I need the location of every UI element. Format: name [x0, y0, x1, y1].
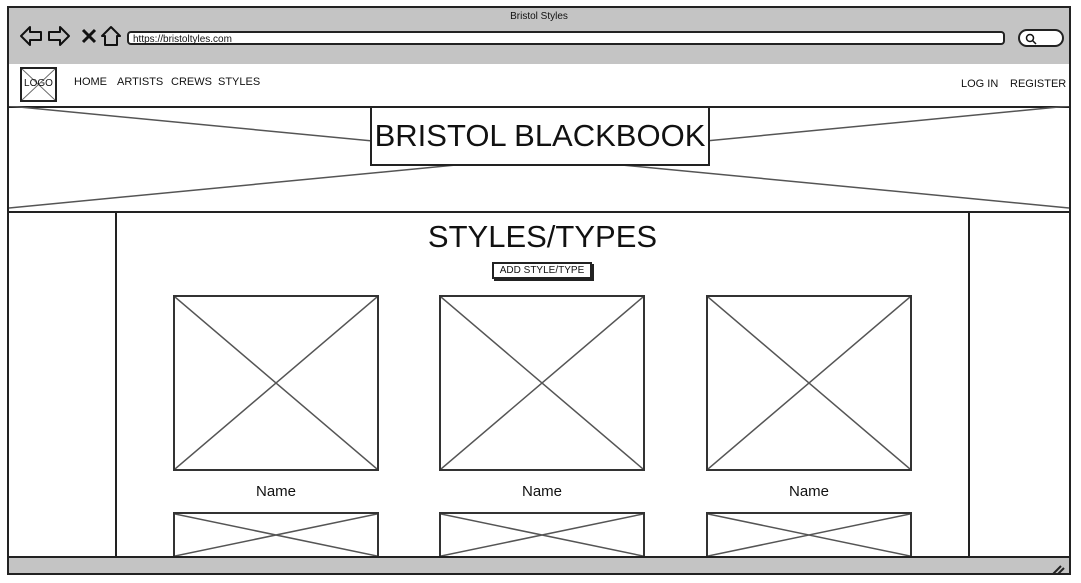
- style-card-row2[interactable]: [706, 512, 912, 558]
- card-image: [706, 295, 912, 471]
- logo-label: LOGO: [24, 78, 53, 89]
- nav-crews[interactable]: CREWS: [171, 76, 212, 88]
- register-link[interactable]: REGISTER: [1010, 78, 1066, 90]
- close-icon[interactable]: [77, 24, 101, 48]
- back-arrow-icon[interactable]: [19, 24, 43, 48]
- window-title: Bristol Styles: [510, 11, 568, 22]
- home-icon[interactable]: [99, 24, 123, 48]
- image-placeholder-icon: [175, 297, 377, 469]
- site-navbar: LOGO HOME ARTISTS CREWS STYLES LOG IN RE…: [9, 64, 1069, 108]
- image-placeholder-icon: [175, 514, 377, 556]
- nav-styles[interactable]: STYLES: [218, 76, 260, 88]
- card-image: [439, 295, 645, 471]
- search-icon: [1025, 33, 1037, 45]
- logo[interactable]: LOGO: [20, 67, 57, 102]
- style-card-row2[interactable]: [439, 512, 645, 558]
- resize-handle-icon[interactable]: [1051, 563, 1065, 575]
- card-name: Name: [521, 483, 562, 500]
- nav-home[interactable]: HOME: [74, 76, 107, 88]
- main-content: STYLES/TYPES ADD STYLE/TYPE Name Name Na…: [115, 211, 970, 558]
- login-link[interactable]: LOG IN: [961, 78, 998, 90]
- url-bar[interactable]: https://bristoltyles.com: [127, 31, 1005, 45]
- browser-statusbar: [9, 556, 1069, 575]
- forward-arrow-icon[interactable]: [47, 24, 71, 48]
- search-field[interactable]: [1018, 29, 1064, 47]
- image-placeholder-icon: [708, 514, 910, 556]
- image-placeholder-icon: [708, 297, 910, 469]
- hero-title: BRISTOL BLACKBOOK: [370, 106, 710, 166]
- add-style-button[interactable]: ADD STYLE/TYPE: [492, 262, 592, 279]
- card-name: Name: [788, 483, 829, 500]
- page-title: STYLES/TYPES: [427, 219, 658, 254]
- style-card-row2[interactable]: [173, 512, 379, 558]
- hero-banner: BRISTOL BLACKBOOK: [9, 106, 1069, 213]
- browser-titlebar: Bristol Styles https://bristoltyles.com: [9, 8, 1069, 66]
- nav-artists[interactable]: ARTISTS: [117, 76, 163, 88]
- image-placeholder-icon: [441, 297, 643, 469]
- card-name: Name: [255, 483, 296, 500]
- image-placeholder-icon: [441, 514, 643, 556]
- card-image: [173, 295, 379, 471]
- browser-window: Bristol Styles https://bristoltyles.com …: [7, 6, 1071, 575]
